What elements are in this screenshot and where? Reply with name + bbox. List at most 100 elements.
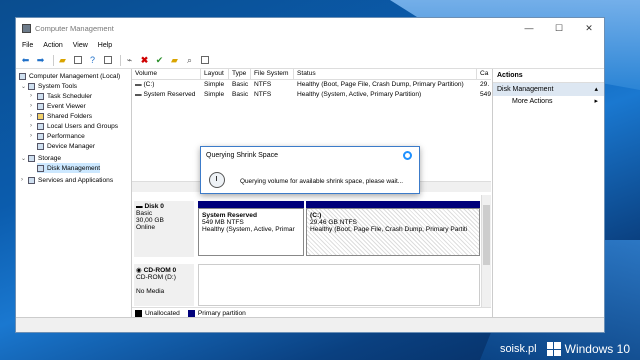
navigation-tree: Computer Management (Local) ⌄ System Too… [16,69,132,318]
help-icon[interactable]: ? [87,55,98,66]
partition-system-reserved[interactable]: System Reserved 549 MB NTFS Healthy (Sys… [198,208,304,256]
cdrom-icon: ◉ [136,267,144,274]
volume-status: Healthy (Boot, Page File, Crash Dump, Pr… [297,81,464,88]
volume-layout: Simple [204,81,225,88]
actions-disk-management[interactable]: Disk Management ▴ [493,83,604,96]
busy-spinner-icon [403,151,412,160]
close-button[interactable]: ✕ [574,18,604,38]
performance-icon [37,132,44,140]
tree-services[interactable]: › Services and Applications [21,175,113,185]
expand-icon[interactable]: › [30,123,36,129]
window-title: Computer Management [35,23,114,33]
column-layout[interactable]: Layout [201,69,229,79]
collapse-up-icon[interactable]: ▴ [594,83,598,96]
tree-disk-management[interactable]: Disk Management [37,163,101,173]
delete-icon[interactable]: ✖ [139,55,150,66]
tree-storage[interactable]: ⌄ Storage [21,153,61,163]
column-capacity[interactable]: Ca [477,69,491,79]
cdrom-empty-area [198,264,480,306]
partition-c[interactable]: (C:) 29.46 GB NTFS Healthy (Boot, Page F… [306,208,480,256]
cdrom-drive: CD-ROM (D:) [136,274,176,281]
dialog-message: Querying volume for available shrink spa… [240,178,404,185]
view-icon[interactable] [199,55,210,66]
expand-icon[interactable]: › [30,93,36,99]
console-icon[interactable] [102,55,113,66]
open-folder-icon[interactable]: ▰ [169,55,180,66]
volume-row[interactable]: ▬ System Reserved Simple Basic NTFS Heal… [132,90,491,100]
volume-status: Healthy (System, Active, Primary Partiti… [297,91,422,98]
tree-root[interactable]: Computer Management (Local) [19,71,120,81]
submenu-arrow-icon: ▸ [594,98,598,105]
minimize-button[interactable]: — [514,18,544,38]
search-disk-icon[interactable]: ⌕ [184,55,195,66]
more-actions-label: More Actions [512,98,553,105]
tree-event-viewer[interactable]: › Event Viewer [30,101,86,111]
expand-icon[interactable]: › [30,103,36,109]
vertical-scrollbar[interactable] [481,195,491,318]
dialog-title: Querying Shrink Space [206,152,278,159]
tools-icon [28,82,35,90]
column-volume[interactable]: Volume [132,69,201,79]
cdrom0-label[interactable]: ◉ CD-ROM 0 CD-ROM (D:) No Media [134,264,194,306]
volume-type: Basic [232,91,249,98]
volume-name: ▬ (C:) [135,81,155,88]
more-actions[interactable]: More Actions ▸ [493,96,604,108]
forward-arrow-icon[interactable]: ➡ [35,55,46,66]
tree-system-tools[interactable]: ⌄ System Tools [21,81,77,91]
tree-event-viewer-label: Event Viewer [47,102,86,110]
collapse-icon[interactable]: ⌄ [21,155,27,162]
querying-shrink-space-dialog: Querying Shrink Space Querying volume fo… [200,146,420,194]
volume-layout: Simple [204,91,225,98]
folder-up-icon[interactable]: ▰ [57,55,68,66]
volume-name: ▬ System Reserved [135,91,196,98]
back-arrow-icon[interactable]: ⬅ [20,55,31,66]
tree-services-label: Services and Applications [38,176,114,184]
volume-capacity: 29. [480,81,490,88]
column-status[interactable]: Status [294,69,477,79]
column-file-system[interactable]: File System [251,69,294,79]
computer-icon [19,72,26,80]
tree-disk-management-label: Disk Management [47,164,101,172]
partition-size: 549 MB NTFS [202,219,244,226]
menu-file[interactable]: File [22,42,33,49]
properties-icon[interactable] [72,55,83,66]
volume-fs: NTFS [254,91,272,98]
tree-system-tools-label: System Tools [38,82,78,90]
expand-icon[interactable]: › [30,113,36,119]
folder-icon [37,112,44,120]
storage-icon [28,154,35,162]
expand-icon[interactable]: › [21,177,27,183]
watermark-site: soisk.pl [499,343,537,355]
unallocated-swatch [135,309,142,317]
disk-icon [37,164,44,172]
expand-icon[interactable]: › [30,133,36,139]
check-icon[interactable]: ✔ [154,55,165,66]
tree-shared-folders[interactable]: › Shared Folders [30,111,92,121]
disk0-state: Online [136,224,156,231]
collapse-icon[interactable]: ⌄ [21,83,27,90]
menu-action[interactable]: Action [43,42,62,49]
actions-section-label: Disk Management [497,86,554,93]
maximize-button[interactable]: ☐ [544,18,574,38]
disk0-size: 30,00 GB [136,217,164,224]
volume-type: Basic [232,81,249,88]
scroll-thumb[interactable] [483,205,490,265]
tree-performance[interactable]: › Performance [30,131,85,141]
primary-partition-swatch [187,309,195,317]
column-type[interactable]: Type [229,69,251,79]
connect-icon[interactable]: ⌁ [124,55,135,66]
disk0-label[interactable]: ▬ Disk 0 Basic 30,00 GB Online [134,201,194,257]
volume-capacity: 549 [480,91,491,98]
title-bar[interactable]: Computer Management — ☐ ✕ [16,18,604,38]
tree-local-users[interactable]: › Local Users and Groups [30,121,118,131]
clock-icon [209,172,225,188]
tree-performance-label: Performance [47,132,85,140]
tree-task-scheduler[interactable]: › Task Scheduler [30,91,92,101]
menu-help[interactable]: Help [98,42,112,49]
partition-name: (C:) [310,212,322,219]
volume-row[interactable]: ▬ (C:) Simple Basic NTFS Healthy (Boot, … [132,80,491,90]
partition-bar-c [306,201,480,208]
tree-device-manager[interactable]: Device Manager [37,141,95,151]
menu-view[interactable]: View [73,42,88,49]
partition-bar-system-reserved [198,201,304,208]
